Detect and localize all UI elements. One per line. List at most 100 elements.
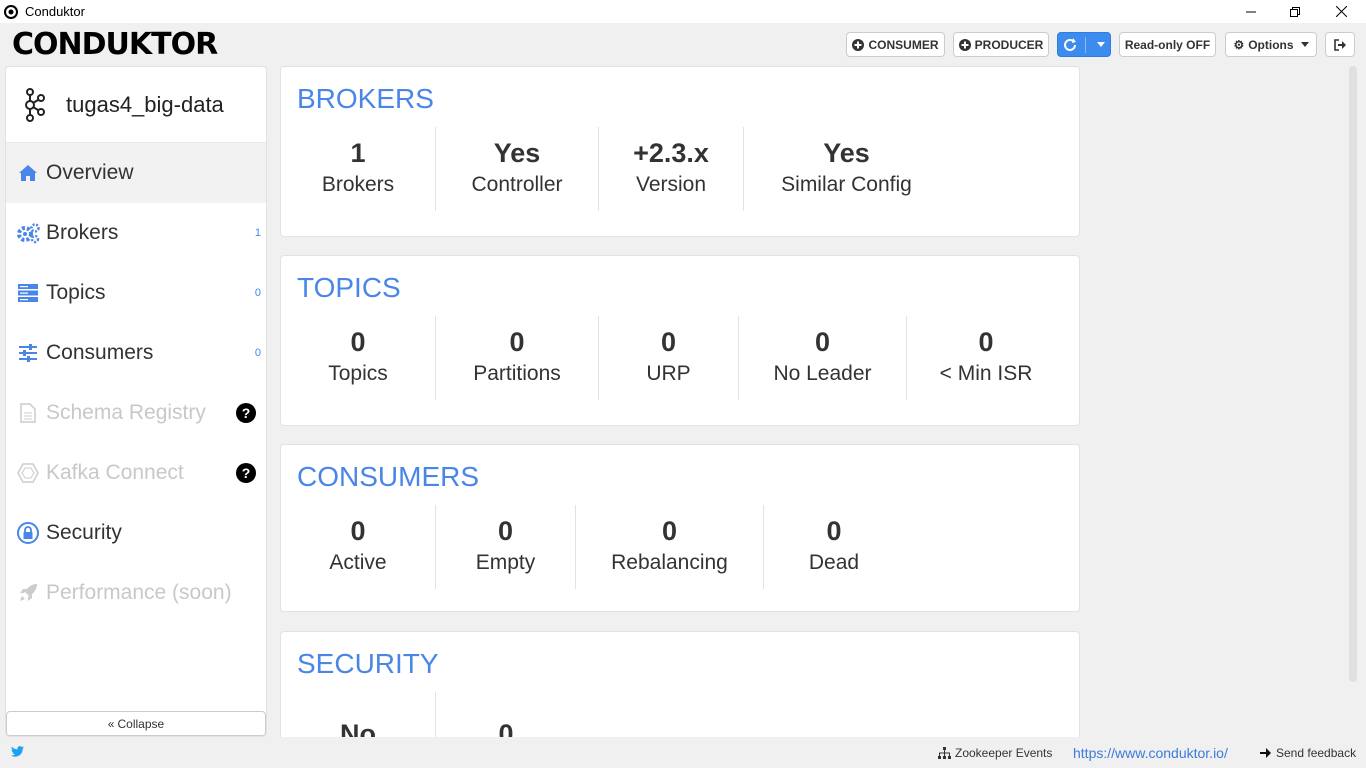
stat-dead: 0 Dead — [764, 505, 904, 589]
readonly-toggle-button[interactable]: Read-only OFF — [1119, 32, 1216, 57]
sidebar-item-security[interactable]: Security — [6, 503, 266, 563]
sidebar-item-performance[interactable]: Performance (soon) — [6, 563, 266, 623]
cogs-icon — [16, 222, 40, 244]
stat-label: Active — [329, 551, 387, 574]
sidebar-item-label: Brokers — [46, 221, 119, 244]
sidebar-item-consumers[interactable]: Consumers 0 — [6, 323, 266, 383]
sidebar-item-label: Security — [46, 521, 122, 544]
stat-controller: Yes Controller — [436, 127, 599, 211]
stat-value: 0 — [497, 516, 514, 546]
vertical-scrollbar[interactable] — [1349, 66, 1357, 682]
options-dropdown-button[interactable]: ⚙ Options — [1225, 32, 1317, 57]
stat-empty: 0 Empty — [436, 505, 576, 589]
arrow-right-icon — [1260, 748, 1271, 758]
stat-min-isr: 0 < Min ISR — [907, 316, 1065, 400]
minimize-icon — [1246, 11, 1256, 12]
sidebar: tugas4_big-data Overview Brokers 1 Topic… — [5, 66, 267, 737]
sidebar-item-kafka-connect[interactable]: Kafka Connect ? — [6, 443, 266, 503]
restore-icon — [1290, 6, 1300, 17]
brokers-card: BROKERS 1 Brokers Yes Controller +2.3.x … — [280, 66, 1080, 237]
help-icon[interactable]: ? — [236, 403, 256, 423]
document-icon — [16, 403, 40, 423]
send-feedback-label: Send feedback — [1276, 746, 1357, 760]
stat-value: 0 — [826, 516, 842, 546]
cluster-header: tugas4_big-data — [6, 67, 266, 143]
consumers-section-title: CONSUMERS — [297, 461, 480, 492]
stat-version: +2.3.x Version — [599, 127, 744, 211]
stat-value: 0 — [509, 327, 525, 357]
stat-brokers: 1 Brokers — [281, 127, 436, 211]
refresh-dropdown-button[interactable] — [1057, 32, 1111, 57]
security-stats: No 0 — [281, 692, 576, 737]
help-icon[interactable]: ? — [236, 463, 256, 483]
hexagon-icon — [16, 463, 40, 483]
twitter-icon — [11, 746, 24, 757]
website-link[interactable]: https://www.conduktor.io/ — [1073, 745, 1228, 761]
security-card: SECURITY No 0 — [280, 631, 1080, 737]
stat-label: < Min ISR — [939, 362, 1033, 385]
stat-value: 0 — [350, 516, 366, 546]
chevron-down-icon — [1300, 42, 1309, 47]
stat-partitions: 0 Partitions — [436, 316, 599, 400]
home-icon — [16, 164, 40, 182]
producer-button-label: PRODUCER — [974, 37, 1044, 52]
zookeeper-events-label: Zookeeper Events — [955, 746, 1053, 760]
consumer-button[interactable]: CONSUMER — [846, 32, 945, 57]
close-window-button[interactable] — [1318, 0, 1364, 23]
twitter-link[interactable] — [11, 746, 24, 757]
sidebar-item-topics[interactable]: Topics 0 — [6, 263, 266, 323]
minimize-button[interactable] — [1228, 0, 1274, 23]
stat-value: 0 — [660, 327, 677, 357]
consumer-button-label: CONSUMER — [868, 37, 939, 52]
stat-urp: 0 URP — [599, 316, 739, 400]
refresh-icon — [1064, 37, 1076, 51]
collapse-button[interactable]: « Collapse — [6, 711, 266, 736]
readonly-toggle-label: Read-only OFF — [1124, 37, 1211, 52]
conduktor-logo: CONDUKTOR — [12, 27, 218, 62]
stat-label: Similar Config — [781, 173, 912, 196]
stat-similar-config: Yes Similar Config — [744, 127, 949, 211]
sidebar-item-label: Schema Registry — [46, 401, 206, 424]
double-chevron-left-icon: « — [107, 716, 115, 731]
zookeeper-events-button[interactable]: Zookeeper Events — [938, 746, 1052, 760]
sidebar-item-label: Kafka Connect — [46, 461, 184, 484]
stat-label: Brokers — [321, 173, 395, 196]
topics-card: TOPICS 0 Topics 0 Partitions 0 URP 0 No … — [280, 255, 1080, 426]
stat-value: 1 — [350, 138, 366, 168]
stat-value: 0 — [661, 516, 678, 546]
stat-value: Yes — [823, 138, 870, 168]
sitemap-icon — [938, 747, 951, 759]
stat-label: URP — [646, 362, 691, 385]
stat-label: Partitions — [473, 362, 561, 385]
consumers-card: CONSUMERS 0 Active 0 Empty 0 Rebalancing… — [280, 444, 1080, 612]
stat-value: 0 — [814, 327, 831, 357]
sign-out-icon — [1333, 38, 1346, 51]
producer-button[interactable]: PRODUCER — [953, 32, 1049, 57]
collapse-label: Collapse — [117, 716, 165, 731]
brokers-section-title: BROKERS — [297, 83, 434, 114]
server-icon — [16, 283, 40, 303]
brokers-stats: 1 Brokers Yes Controller +2.3.x Version … — [281, 127, 949, 211]
restore-button[interactable] — [1272, 0, 1318, 23]
stat-label: Rebalancing — [611, 551, 728, 574]
stat-label: No Leader — [773, 362, 872, 385]
sliders-icon — [16, 344, 40, 362]
sidebar-item-brokers[interactable]: Brokers 1 — [6, 203, 266, 263]
send-feedback-button[interactable]: Send feedback — [1260, 746, 1356, 760]
window-titlebar: Conduktor — [0, 0, 1366, 23]
status-bar: Zookeeper Events https://www.conduktor.i… — [0, 740, 1366, 768]
stat-value: Yes — [493, 138, 541, 168]
topics-section-title: TOPICS — [297, 272, 401, 303]
stat-label: Version — [635, 173, 707, 196]
stat-label: Controller — [471, 173, 563, 196]
security-section-title: SECURITY — [297, 648, 439, 679]
logout-button[interactable] — [1325, 32, 1355, 57]
kafka-icon — [19, 87, 49, 122]
stat-value: No — [340, 719, 376, 737]
plus-circle-icon — [958, 38, 971, 51]
sidebar-item-schema-registry[interactable]: Schema Registry ? — [6, 383, 266, 443]
topics-stats: 0 Topics 0 Partitions 0 URP 0 No Leader … — [281, 316, 1065, 400]
sidebar-item-overview[interactable]: Overview — [6, 143, 266, 203]
stat-rebalancing: 0 Rebalancing — [576, 505, 764, 589]
sidebar-item-label: Consumers — [46, 341, 154, 364]
